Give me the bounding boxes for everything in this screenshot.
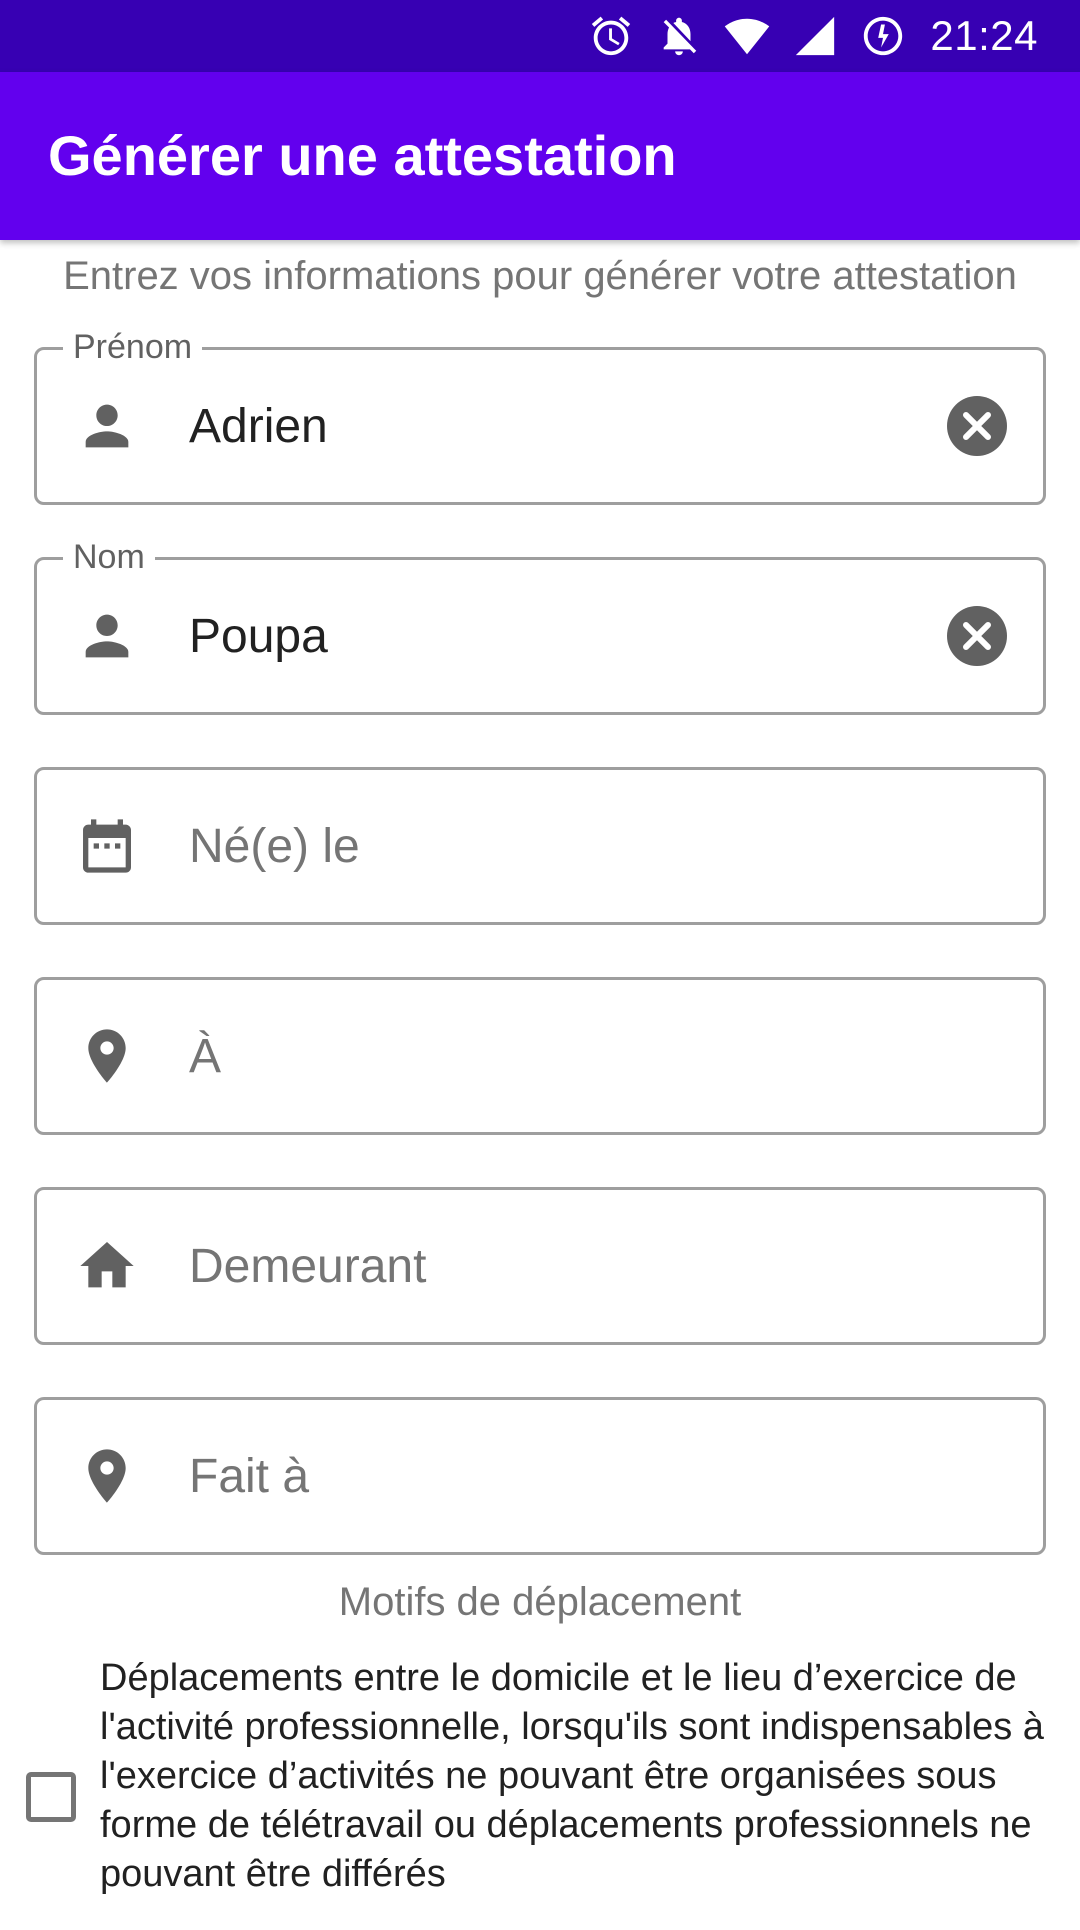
birth-date-field[interactable] [34,767,1046,925]
status-time: 21:24 [930,12,1038,59]
wifi-icon [724,13,770,59]
motif-item[interactable]: Déplacements entre le domicile et le lie… [0,1650,1080,1930]
intro-text: Entrez vos informations pour générer vot… [63,254,1017,298]
address-field[interactable] [34,1187,1046,1345]
data-saver-icon [860,13,906,59]
close-icon [963,622,991,650]
calendar-icon [75,814,139,878]
last-name-input[interactable] [189,560,949,712]
motif-checkbox[interactable] [26,1772,76,1822]
app-bar: Générer une attestation [0,72,1080,240]
last-name-field[interactable]: Nom [34,534,1046,715]
birth-place-field[interactable] [34,977,1046,1135]
signed-at-field[interactable] [34,1397,1046,1555]
person-icon [75,604,139,668]
address-input[interactable] [189,1190,949,1342]
status-icons: 21:24 [588,0,1038,72]
alarm-icon [588,13,634,59]
first-name-input[interactable] [189,350,949,502]
clear-last-name-button[interactable] [947,606,1007,666]
location-pin-icon [75,1024,139,1088]
location-pin-icon [75,1444,139,1508]
person-icon [75,394,139,458]
clear-first-name-button[interactable] [947,396,1007,456]
home-icon [75,1234,139,1298]
page-title: Générer une attestation [48,124,677,187]
cell-signal-icon [792,13,838,59]
notifications-off-icon [656,13,702,59]
field-label: Prénom [63,324,203,370]
close-icon [963,412,991,440]
birth-place-input[interactable] [189,980,949,1132]
first-name-field[interactable]: Prénom [34,324,1046,505]
field-label: Nom [63,534,155,580]
motif-label: Déplacements entre le domicile et le lie… [100,1657,1044,1895]
status-bar: 21:24 [0,0,1080,72]
birth-date-input[interactable] [189,770,949,922]
signed-at-input[interactable] [189,1400,949,1552]
motifs-title: Motifs de déplacement [338,1580,742,1624]
